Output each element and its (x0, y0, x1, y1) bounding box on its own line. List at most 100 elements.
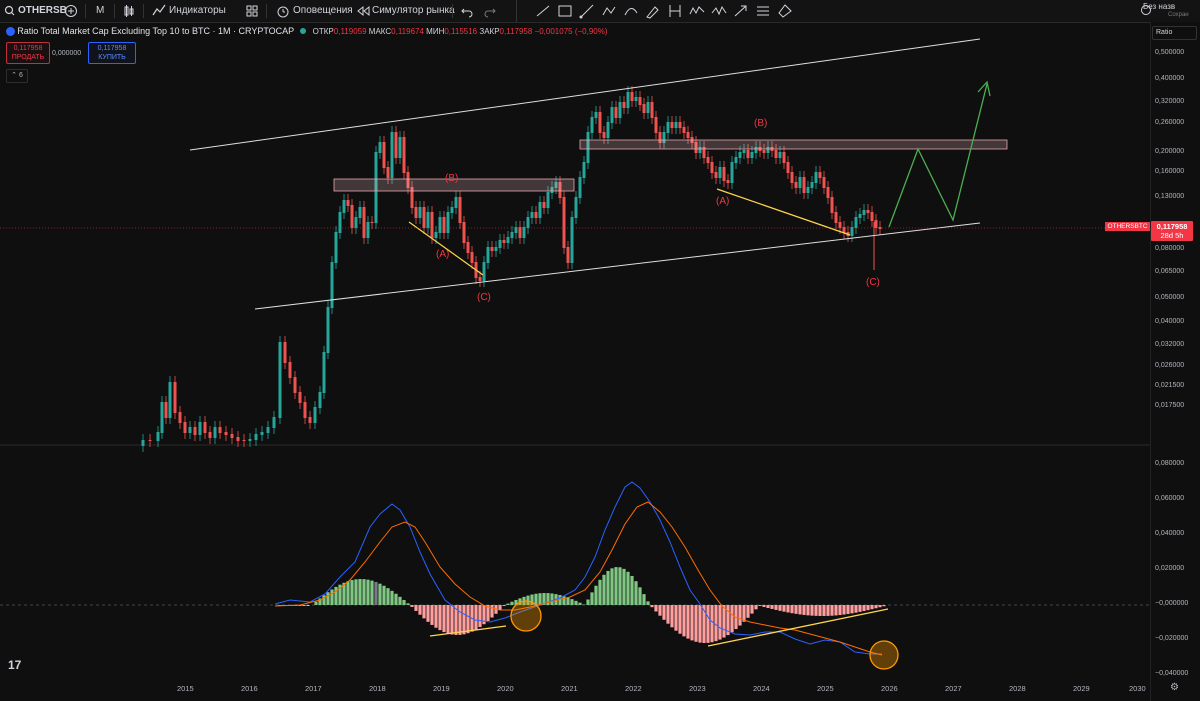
macd-cross-marker-1[interactable] (510, 600, 542, 632)
settings-gear-icon[interactable]: ⚙ (1170, 682, 1179, 693)
candle-body (706, 157, 710, 163)
time-tick-label: 2021 (561, 684, 578, 693)
zigzag-icon[interactable] (711, 3, 727, 19)
macd-histogram-bar (694, 605, 698, 642)
candle-body (714, 172, 718, 178)
price-tick-label: 0,065000 (1155, 268, 1185, 275)
candle-type-icon[interactable] (122, 0, 136, 22)
candle-body (308, 417, 312, 423)
projection-path[interactable] (888, 83, 988, 228)
candle-body (454, 197, 458, 208)
candle-body (462, 222, 466, 243)
macd-histogram-bar (374, 581, 378, 605)
candle-body (506, 237, 510, 243)
indicators-button[interactable]: Индикаторы (169, 0, 226, 22)
candle-body (578, 177, 582, 198)
replay-icon[interactable] (356, 0, 370, 22)
price-chart-canvas[interactable]: (A) (B) (C) (B) (A) (C) (0, 22, 1150, 701)
time-tick-label: 2020 (497, 684, 514, 693)
candle-body (738, 152, 742, 158)
candle-body (218, 427, 222, 433)
path-icon[interactable] (601, 3, 617, 19)
macd-histogram-bar (394, 593, 398, 605)
candle-body (606, 122, 610, 138)
wave-label-b1: (B) (445, 173, 458, 184)
macd-histogram-bar (422, 605, 426, 619)
alarm-clock-icon[interactable] (276, 0, 290, 22)
symbol-search-icon[interactable] (4, 0, 16, 22)
candle-body (442, 217, 446, 233)
add-symbol-icon[interactable] (64, 0, 78, 22)
candle-body (382, 142, 386, 168)
macd-histogram-bar (698, 605, 702, 643)
price-tick-label: 0,130000 (1155, 193, 1185, 200)
time-tick-label: 2017 (305, 684, 322, 693)
candle-body (242, 440, 246, 441)
candle-body (666, 122, 670, 133)
measure-icon[interactable] (755, 3, 771, 19)
candle-body (450, 207, 454, 213)
pin-icon[interactable] (777, 3, 793, 19)
date-range-icon[interactable] (667, 3, 683, 19)
candle-body (198, 422, 202, 435)
ray-icon[interactable] (579, 3, 595, 19)
symbol-name[interactable]: OTHERSB (18, 0, 67, 22)
macd-histogram-bar (654, 605, 658, 612)
candle-body (313, 407, 317, 423)
rectangle-icon[interactable] (557, 3, 573, 19)
macd-cross-marker-2[interactable] (869, 640, 899, 670)
arrow-icon[interactable] (733, 3, 749, 19)
candle-body (730, 162, 734, 183)
redo-icon[interactable] (484, 0, 496, 22)
trend-line-icon[interactable] (535, 3, 551, 19)
macd-histogram-bar (874, 605, 878, 609)
macd-histogram-bar (398, 596, 402, 605)
candle-body (224, 432, 228, 435)
macd-histogram-bar (882, 605, 886, 607)
candle-body (248, 439, 252, 441)
candle-body (646, 102, 650, 113)
candle-body (618, 102, 622, 118)
candle-body (642, 104, 646, 113)
time-tick-label: 2028 (1009, 684, 1026, 693)
macd-histogram-bar (602, 574, 606, 605)
time-tick-label: 2030 (1129, 684, 1146, 693)
brush-icon[interactable] (645, 3, 661, 19)
wave-label-c2: (C) (866, 277, 880, 288)
macd-histogram-bar (390, 590, 394, 605)
elliott-wave-icon[interactable] (689, 3, 705, 19)
interval-button[interactable]: M (96, 0, 104, 22)
replay-button[interactable]: Симулятор рынка (372, 0, 455, 22)
macd-histogram-bar (510, 601, 514, 605)
candle-body (366, 222, 370, 238)
macd-histogram-bar (402, 600, 406, 605)
candle-body (362, 207, 366, 238)
resistance-zone-2[interactable] (579, 139, 1008, 150)
macd-histogram-bar (326, 592, 330, 605)
candle-body (622, 102, 626, 108)
price-tick-label: 0,017500 (1155, 402, 1185, 409)
alerts-button[interactable]: Оповещения (293, 0, 353, 22)
macd-histogram-bar (666, 605, 670, 624)
scale-mode-button[interactable]: Ratio (1152, 26, 1197, 40)
channel-upper-line[interactable] (189, 38, 981, 151)
undo-icon[interactable] (461, 0, 473, 22)
candle-body (682, 127, 686, 133)
price-tick-label: 0,200000 (1155, 148, 1185, 155)
candle-body (188, 427, 192, 433)
macd-histogram-bar (846, 605, 850, 615)
layout-grid-icon[interactable] (246, 0, 258, 22)
layout-title[interactable]: Без назв (1143, 2, 1175, 11)
macd-histogram-bar (814, 605, 818, 616)
time-tick-label: 2023 (689, 684, 706, 693)
indicators-icon[interactable] (152, 0, 166, 22)
tradingview-logo[interactable]: 17 (8, 658, 21, 672)
candle-body (260, 432, 264, 435)
macd-histogram-bar (490, 605, 494, 618)
curve-icon[interactable] (623, 3, 639, 19)
candle-body (710, 162, 714, 173)
candle-body (178, 412, 182, 423)
macd-histogram-bar (622, 568, 626, 605)
macd-histogram-bar (330, 589, 334, 605)
candle-body (546, 192, 550, 208)
